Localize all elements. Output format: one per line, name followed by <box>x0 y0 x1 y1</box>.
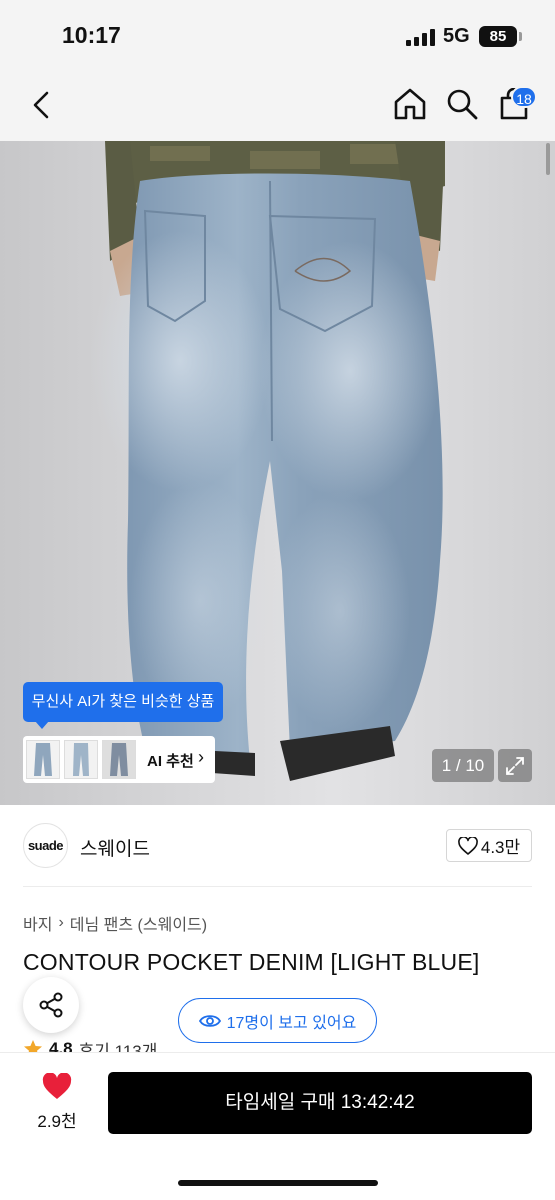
buy-button[interactable]: 타임세일 구매 13:42:42 <box>108 1072 532 1134</box>
signal-icon <box>406 29 436 46</box>
network-label: 5G <box>443 25 470 47</box>
product-title: CONTOUR POCKET DENIM [LIGHT BLUE] <box>23 949 480 975</box>
nav-bar <box>0 70 555 141</box>
share-icon <box>39 992 63 1018</box>
battery-icon: 85 <box>479 26 517 47</box>
status-time: 10:17 <box>62 22 121 48</box>
heart-outline-icon <box>457 836 478 855</box>
breadcrumb: 바지 › 데님 팬츠 (스웨이드) <box>23 911 207 935</box>
expand-button[interactable] <box>498 749 532 782</box>
back-button[interactable] <box>24 88 58 122</box>
breadcrumb-item-category[interactable]: 바지 <box>23 911 52 935</box>
image-counter: 1 / 10 <box>432 749 494 782</box>
status-bar: 10:17 5G 85 <box>0 0 555 70</box>
breadcrumb-item-subcategory[interactable]: 데님 팬츠 (스웨이드) <box>70 911 207 935</box>
brand-like-count: 4.3만 <box>480 838 521 857</box>
wishlist-button[interactable] <box>35 1073 79 1103</box>
chevron-right-icon: › <box>58 914 64 931</box>
brand-logo[interactable]: suade <box>23 823 68 868</box>
home-indicator <box>178 1180 378 1186</box>
ai-recommend-label: AI 추천 <box>147 753 194 770</box>
ai-recommend-card[interactable]: AI 추천 › <box>23 736 215 783</box>
brand-name[interactable]: 스웨이드 <box>80 834 150 861</box>
similar-product-thumb[interactable] <box>64 740 98 779</box>
eye-icon <box>198 1014 221 1027</box>
heart-filled-icon <box>42 1073 72 1099</box>
viewers-badge: 17명이 보고 있어요 <box>178 998 377 1043</box>
divider <box>23 886 532 887</box>
viewers-text: 17명이 보고 있어요 <box>226 1014 357 1032</box>
similar-product-thumb[interactable] <box>102 740 136 779</box>
battery-tip <box>519 32 522 41</box>
home-icon <box>394 88 426 120</box>
chevron-right-icon: › <box>198 747 204 767</box>
chevron-left-icon <box>33 91 49 119</box>
search-button[interactable] <box>444 85 480 123</box>
brand-like-button[interactable]: 4.3만 <box>446 829 532 862</box>
search-icon <box>447 89 478 120</box>
share-button[interactable] <box>23 977 79 1033</box>
expand-icon <box>506 756 524 775</box>
similar-product-thumb[interactable] <box>26 740 60 779</box>
ai-similar-tooltip[interactable]: 무신사 AI가 찾은 비슷한 상품 <box>23 682 223 729</box>
home-button[interactable] <box>391 85 429 123</box>
wishlist-count: 2.9천 <box>37 1112 77 1131</box>
scrollbar[interactable] <box>546 143 550 175</box>
cart-badge: 18 <box>511 86 537 108</box>
